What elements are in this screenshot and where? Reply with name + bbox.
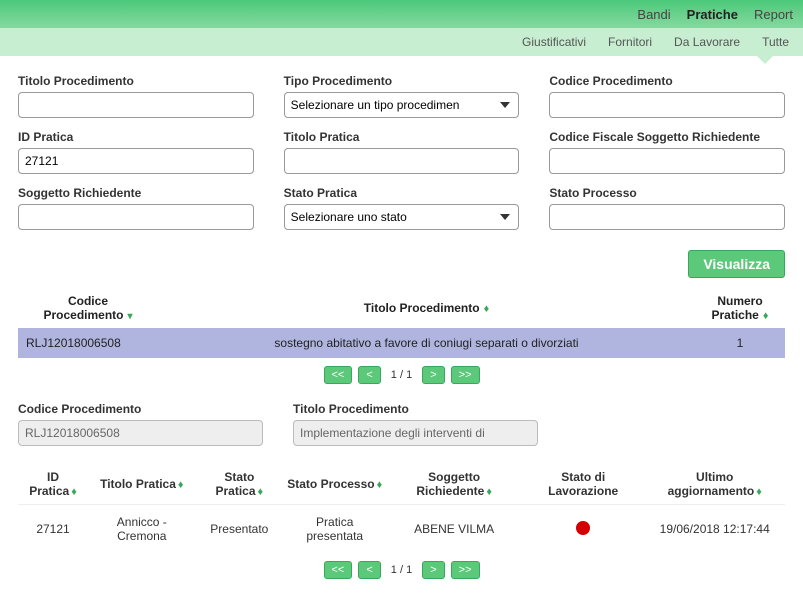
pratiche-table: ID Pratica♦ Titolo Pratica♦ Stato Pratic… (18, 464, 785, 553)
input-id-pratica[interactable] (18, 148, 254, 174)
cell-titolo: sostegno abitativo a favore di coniugi s… (158, 328, 695, 358)
th-numero-pratiche[interactable]: Numero Pratiche (695, 288, 785, 328)
th-titolo-procedimento[interactable]: Titolo Procedimento (158, 288, 695, 328)
table-row[interactable]: 27121 Annicco - Cremona Presentato Prati… (18, 505, 785, 554)
cell-ultimo: 19/06/2018 12:17:44 (644, 505, 785, 554)
input-codice-fiscale[interactable] (549, 148, 785, 174)
cell-stato-lavorazione (522, 505, 644, 554)
input-detail-titolo (293, 420, 538, 446)
th-ultimo-aggiornamento[interactable]: Ultimo aggiornamento♦ (644, 464, 785, 505)
cell-codice: RLJ12018006508 (18, 328, 158, 358)
visualizza-button[interactable]: Visualizza (688, 250, 785, 278)
th-id-pratica[interactable]: ID Pratica♦ (18, 464, 88, 505)
th-stato-lavorazione[interactable]: Stato di Lavorazione (522, 464, 644, 505)
sort-icon: ♦ (258, 486, 264, 498)
status-dot-icon (576, 521, 590, 535)
cell-soggetto: ABENE VILMA (386, 505, 522, 554)
nav-pratiche[interactable]: Pratiche (687, 7, 738, 22)
sort-icon: ♦ (486, 486, 492, 498)
th-codice-procedimento[interactable]: Codice Procedimento (18, 288, 158, 328)
sub-nav: Giustificativi Fornitori Da Lavorare Tut… (0, 28, 803, 56)
label-codice-fiscale: Codice Fiscale Soggetto Richiedente (549, 130, 785, 144)
subnav-giustificativi[interactable]: Giustificativi (522, 35, 586, 49)
input-codice-procedimento[interactable] (549, 92, 785, 118)
sort-icon: ♦ (756, 486, 762, 498)
cell-stato-processo: Pratica presentata (283, 505, 386, 554)
pager-info: 1 / 1 (387, 564, 416, 576)
pager-info: 1 / 1 (387, 369, 416, 381)
label-soggetto-richiedente: Soggetto Richiedente (18, 186, 254, 200)
select-tipo-procedimento[interactable]: Selezionare un tipo procedimen (284, 92, 520, 118)
label-detail-codice: Codice Procedimento (18, 402, 263, 416)
pager-next-button[interactable]: > (422, 366, 444, 384)
pager-first-button[interactable]: << (324, 366, 353, 384)
cell-id-pratica: 27121 (18, 505, 88, 554)
label-stato-processo: Stato Processo (549, 186, 785, 200)
input-titolo-pratica[interactable] (284, 148, 520, 174)
input-soggetto-richiedente[interactable] (18, 204, 254, 230)
table-row[interactable]: RLJ12018006508 sostegno abitativo a favo… (18, 328, 785, 358)
sort-icon: ♦ (377, 479, 383, 491)
procedimenti-table: Codice Procedimento Titolo Procedimento … (18, 288, 785, 358)
label-id-pratica: ID Pratica (18, 130, 254, 144)
pager-prev-button[interactable]: < (358, 366, 380, 384)
cell-titolo-pratica: Annicco - Cremona (88, 505, 195, 554)
main-nav: Bandi Pratiche Report (0, 0, 803, 28)
subnav-da-lavorare[interactable]: Da Lavorare (674, 35, 740, 49)
input-detail-codice (18, 420, 263, 446)
th-stato-processo[interactable]: Stato Processo♦ (283, 464, 386, 505)
cell-stato-pratica: Presentato (196, 505, 284, 554)
label-detail-titolo: Titolo Procedimento (293, 402, 538, 416)
sort-icon: ♦ (178, 479, 184, 491)
cell-numero: 1 (695, 328, 785, 358)
detail-form: Codice Procedimento Titolo Procedimento (0, 398, 803, 464)
label-tipo-procedimento: Tipo Procedimento (284, 74, 520, 88)
th-titolo-pratica[interactable]: Titolo Pratica♦ (88, 464, 195, 505)
nav-bandi[interactable]: Bandi (637, 7, 670, 22)
th-soggetto[interactable]: Soggetto Richiedente♦ (386, 464, 522, 505)
subnav-fornitori[interactable]: Fornitori (608, 35, 652, 49)
label-stato-pratica: Stato Pratica (284, 186, 520, 200)
subnav-tutte[interactable]: Tutte (762, 35, 789, 49)
label-titolo-procedimento: Titolo Procedimento (18, 74, 254, 88)
pager-last-button[interactable]: >> (451, 561, 480, 579)
label-titolo-pratica: Titolo Pratica (284, 130, 520, 144)
pager-pratiche: << < 1 / 1 > >> (0, 553, 803, 593)
input-titolo-procedimento[interactable] (18, 92, 254, 118)
pager-next-button[interactable]: > (422, 561, 444, 579)
input-stato-processo[interactable] (549, 204, 785, 230)
pager-procedimenti: << < 1 / 1 > >> (0, 358, 803, 398)
pager-last-button[interactable]: >> (451, 366, 480, 384)
nav-report[interactable]: Report (754, 7, 793, 22)
pager-prev-button[interactable]: < (358, 561, 380, 579)
search-form: Titolo Procedimento Tipo Procedimento Se… (0, 56, 803, 250)
label-codice-procedimento: Codice Procedimento (549, 74, 785, 88)
th-stato-pratica[interactable]: Stato Pratica♦ (196, 464, 284, 505)
select-stato-pratica[interactable]: Selezionare uno stato (284, 204, 520, 230)
pager-first-button[interactable]: << (324, 561, 353, 579)
sort-icon: ♦ (71, 486, 77, 498)
